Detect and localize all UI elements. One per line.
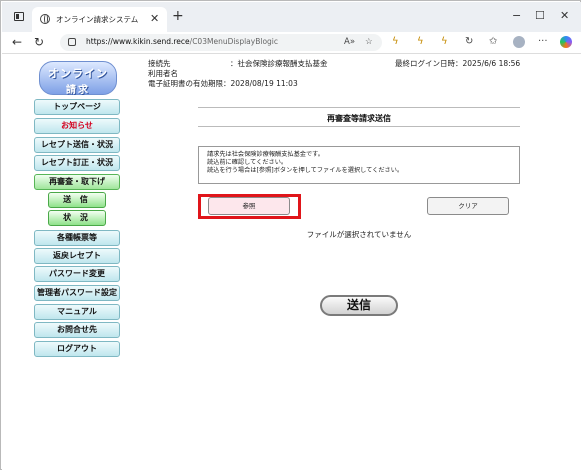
reload-icon[interactable]: ↻ [34,35,44,49]
logo-line2: 請求 [66,85,90,96]
menu-reexam-status[interactable]: 状 況 [48,210,106,226]
maximize-icon[interactable]: ☐ [535,10,545,22]
close-window-icon[interactable]: ✕ [560,10,569,22]
lock-icon[interactable] [68,38,76,46]
refresh-extension-icon[interactable]: ↻ [465,36,473,48]
menu-receipt-fix[interactable]: レセプト訂正・状況 [34,155,120,171]
menu-reexam[interactable]: 再審査・取下げ [34,174,120,190]
url-text[interactable]: https://www.kikin.send.rece/C03MenuDispl… [86,37,278,46]
destination-value: ：社会保険診療報酬支払基金 [230,59,328,68]
menu-top-page[interactable]: トップページ [34,99,120,115]
address-bar[interactable]: https://www.kikin.send.rece/C03MenuDispl… [60,34,382,51]
favorites-icon[interactable]: ✩ [489,36,497,48]
instruction-line-1: 請求先は社会保険診療報酬支払基金です。 [207,151,324,158]
globe-icon [40,14,50,24]
menu-password-change[interactable]: パスワード変更 [34,266,120,282]
menu-returned-receipt[interactable]: 返戻レセプト [34,248,120,264]
instruction-line-2: 読込前に確認してください。 [207,159,288,166]
tab-title: オンライン請求システム [56,15,139,24]
cert-expiry: 電子証明書の有効期限：2028/08/19 11:03 [148,79,298,88]
menu-manual[interactable]: マニュアル [34,304,120,320]
menu-logout[interactable]: ログアウト [34,341,120,357]
tab-actions-icon[interactable] [14,12,24,21]
back-icon[interactable]: ← [12,35,22,49]
menu-admin-password[interactable]: 管理者パスワード設定 [34,285,120,301]
title-divider-bottom [198,126,520,127]
menu-reexam-send[interactable]: 送 信 [48,192,106,208]
extension-icon[interactable]: ϟ [441,37,448,47]
browse-button[interactable]: 参照 [208,197,290,215]
title-divider-top [198,107,520,108]
menu-notices[interactable]: お知らせ [34,118,120,134]
instruction-box: 請求先は社会保険診療報酬支払基金です。 読込前に確認してください。 読込を行う場… [198,146,520,184]
file-status: ファイルが選択されていません [306,230,412,239]
send-button[interactable]: 送信 [320,295,398,316]
page-title: 再審査等請求送信 [327,114,391,123]
copilot-icon[interactable] [560,36,572,48]
page-content: オンライン 請求 トップページ お知らせ レセプト送信・状況 レセプト訂正・状況… [2,54,581,470]
active-tab[interactable]: オンライン請求システム ✕ [32,7,167,32]
new-tab-icon[interactable]: + [172,9,184,23]
profile-avatar[interactable] [513,36,525,48]
menu-forms[interactable]: 各種帳票等 [34,230,120,246]
favorite-star-icon[interactable]: ☆ [365,37,373,47]
extension-icon[interactable]: ϟ [417,37,424,47]
read-aloud-icon[interactable]: A» [344,37,355,47]
online-claim-logo: オンライン 請求 [39,61,117,96]
tab-close-icon[interactable]: ✕ [150,12,159,25]
address-bar-row: ← ↻ https://www.kikin.send.rece/C03MenuD… [2,32,581,54]
extension-icon[interactable]: ϟ [392,37,399,47]
instruction-line-3: 読込を行う場合は[参照]ボタンを押してファイルを選択してください。 [207,167,404,174]
browser-window: オンライン請求システム ✕ + − ☐ ✕ ← ↻ https://www.ki… [0,0,581,470]
minimize-icon[interactable]: − [512,10,521,22]
logo-line1: オンライン [48,67,108,80]
last-login: 最終ログイン日時：2025/6/6 18:56 [395,59,521,68]
more-menu-icon[interactable]: ··· [538,36,548,48]
tab-bar: オンライン請求システム ✕ + − ☐ ✕ [2,2,581,32]
menu-receipt-send[interactable]: レセプト送信・状況 [34,137,120,153]
clear-button[interactable]: クリア [427,197,509,215]
menu-contact[interactable]: お問合せ先 [34,322,120,338]
